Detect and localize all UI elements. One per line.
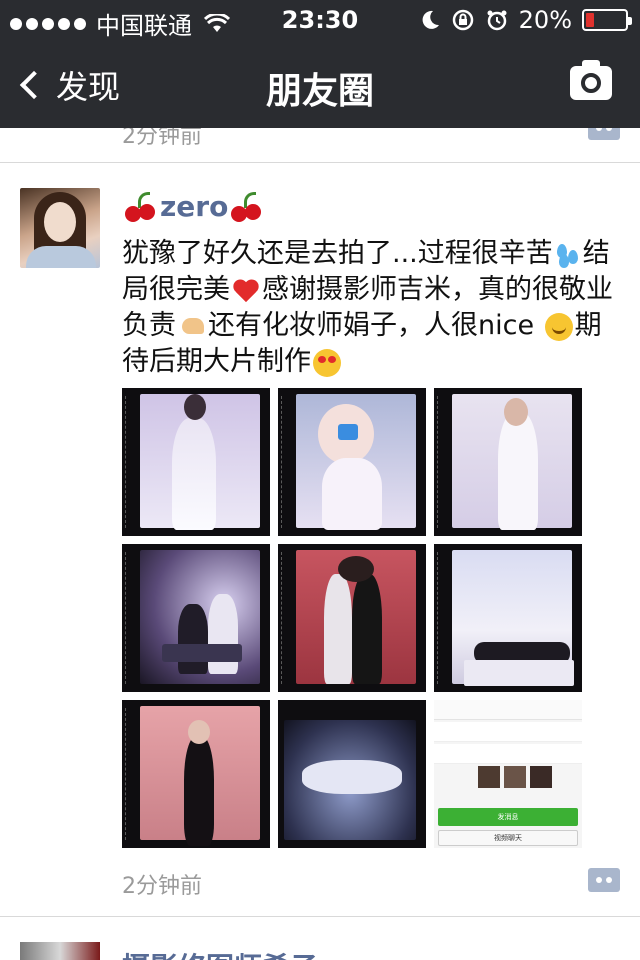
- video-chat-button: 视频聊天: [438, 830, 578, 846]
- page-title: 朋友圈: [265, 71, 374, 112]
- moon-icon: [422, 10, 439, 29]
- smiling-face-icon: [544, 312, 573, 341]
- navigation-bar: 发现 朋友圈: [0, 40, 640, 128]
- photo-6[interactable]: [434, 544, 582, 692]
- post-author[interactable]: zero: [122, 190, 266, 223]
- status-right: 20%: [421, 6, 632, 34]
- next-post-author[interactable]: 摄影修图师希子: [122, 946, 318, 960]
- photo-3[interactable]: [434, 388, 582, 536]
- post-time: 2分钟前: [122, 874, 202, 899]
- photo-9-profile-screenshot[interactable]: 发消息 视频聊天: [434, 700, 582, 848]
- send-message-button: 发消息: [438, 808, 578, 826]
- alarm-icon: [487, 10, 507, 31]
- heart-eyes-face-icon: [313, 348, 341, 377]
- post-text-segment: 还有化妆师娟子，人很nice: [208, 310, 535, 341]
- post-divider: [0, 162, 640, 163]
- camera-icon[interactable]: [570, 60, 612, 100]
- comment-button[interactable]: [588, 868, 620, 892]
- author-name: zero: [160, 190, 229, 223]
- photo-7[interactable]: [122, 700, 270, 848]
- post-divider: [0, 916, 640, 917]
- post-text: 犹豫了好久还是去拍了...过程很辛苦 结局很完美 感谢摄影师吉米，真的很敬业负责 还有…: [122, 236, 622, 380]
- photo-grid: 发消息 视频聊天: [122, 388, 582, 849]
- red-heart-icon: [232, 278, 260, 304]
- photo-1[interactable]: [122, 388, 270, 536]
- avatar[interactable]: [20, 188, 100, 268]
- flexed-biceps-icon: [178, 314, 206, 340]
- battery-icon: [582, 9, 632, 31]
- cherry-icon: [124, 191, 158, 222]
- cherry-icon: [230, 191, 264, 222]
- photo-4[interactable]: [122, 544, 270, 692]
- photo-5[interactable]: [278, 544, 426, 692]
- rotation-lock-icon: [452, 9, 473, 31]
- photo-8[interactable]: [278, 700, 426, 848]
- status-bar: 中国联通 23:30 20%: [0, 0, 640, 40]
- battery-percent: 20%: [518, 6, 572, 34]
- top-bar: 中国联通 23:30 20% 发现 朋友圈: [0, 0, 640, 128]
- next-post-avatar[interactable]: [20, 942, 100, 960]
- post-text-segment: 犹豫了好久还是去拍了...过程很辛苦: [122, 238, 553, 269]
- photo-2[interactable]: [278, 388, 426, 536]
- sweat-drops-icon: [555, 242, 581, 268]
